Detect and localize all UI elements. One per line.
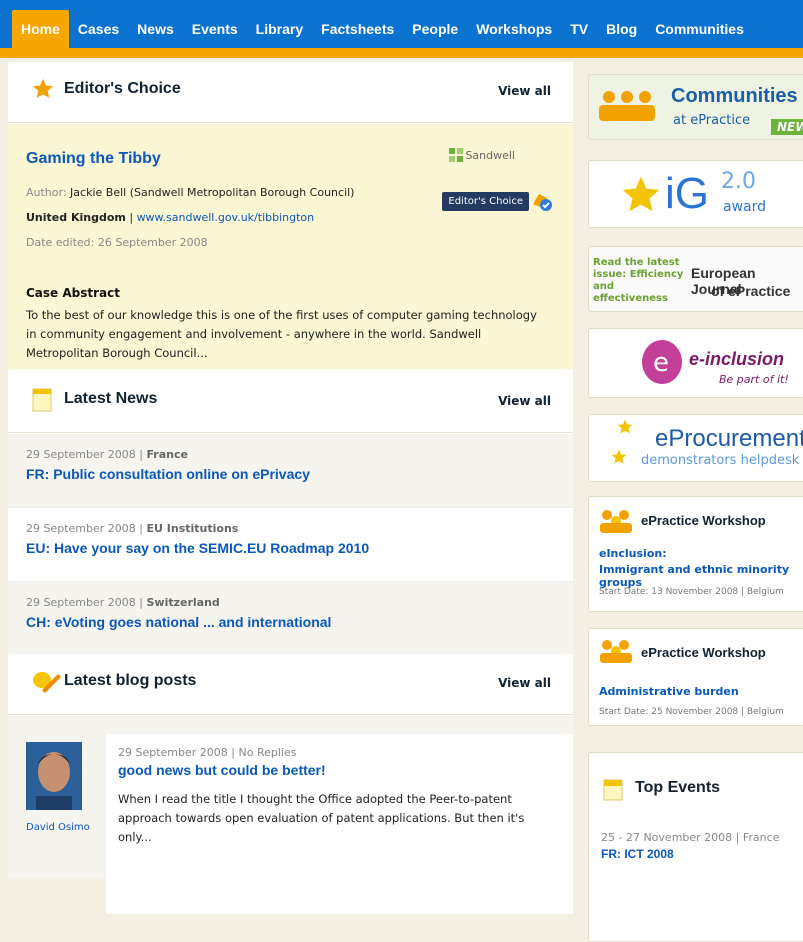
abstract-text: To the best of our knowledge this is one… [26,308,537,360]
workshop-topic-link[interactable]: Immigrant and ethnic minority groups [599,563,803,589]
eprocurement-title: eProcurement [655,425,803,452]
sandwell-logo: Sandwell [449,148,515,162]
people-group-icon [600,510,632,533]
einclusion-banner[interactable]: e e-inclusion Be part of it! [588,328,803,398]
news-headline-link[interactable]: EU: Have your say on the SEMIC.EU Roadma… [26,540,369,556]
case-title-link[interactable]: Gaming the Tibby [26,150,161,168]
event-headline-link[interactable]: FR: ICT 2008 [601,847,674,861]
nav-events[interactable]: Events [183,10,247,48]
author-avatar[interactable] [26,742,82,810]
author-link[interactable]: David Osimo [26,822,90,833]
workshop-topic-link[interactable]: Administrative burden [599,685,739,698]
editors-choice-header: Editor's Choice View all [8,62,573,123]
editors-choice-card: Gaming the Tibby Sandwell Editor's Choic… [8,124,573,369]
nav-blog[interactable]: Blog [597,10,646,48]
author-name: Jackie Bell (Sandwell Metropolitan Borou… [70,186,355,199]
nav-cases[interactable]: Cases [69,10,128,48]
top-events-box: Top Events 25 - 27 November 2008 | Franc… [588,752,803,942]
ig-text: iG [665,169,709,218]
abstract-heading: Case Abstract [26,286,120,300]
blog-pencil-icon [32,670,62,697]
main-menu: Home Cases News Events Library Factsheet… [12,10,753,48]
top-navigation: Home Cases News Events Library Factsheet… [0,0,803,58]
ig-version: 2.0 [721,169,756,194]
blog-meta: 29 September 2008 | No Replies [118,746,297,759]
checkmark-badge-icon [533,194,552,211]
event-meta: 25 - 27 November 2008 | France [601,831,780,844]
communities-title: Communities [671,85,798,107]
news-meta: 29 September 2008 | Switzerland [26,596,220,609]
news-document-icon [32,388,52,415]
blog-post-content: 29 September 2008 | No Replies good news… [106,734,573,914]
nav-home[interactable]: Home [12,10,69,48]
calendar-icon [603,779,623,801]
star-icon [611,449,627,464]
news-item: 29 September 2008 | France FR: Public co… [8,434,573,508]
e-logo-icon: e [642,340,682,384]
workshop-start-date: Start Date: 25 November 2008 | Belgium [599,707,784,717]
news-meta: 29 September 2008 | EU Institutions [26,522,239,535]
sidebar: Communities at ePractice NEW iG 2.0 awar… [582,62,803,942]
news-item: 29 September 2008 | EU Institutions EU: … [8,508,573,582]
latest-news-header: Latest News View all [8,372,573,433]
news-headline-link[interactable]: FR: Public consultation online on ePriva… [26,466,310,482]
nav-accent-bar [0,48,803,58]
star-icon [617,419,633,434]
case-website-link[interactable]: www.sandwell.gov.uk/tibbington [137,211,315,224]
badge-label: Editor's Choice [442,191,529,211]
workshop-card[interactable]: ePractice Workshop Administrative burden… [588,628,803,726]
new-flag: NEW [771,119,803,135]
communities-banner[interactable]: Communities at ePractice NEW [588,74,803,140]
author-line: Author: Jackie Bell (Sandwell Metropolit… [26,186,354,199]
section-title: Editor's Choice [64,80,181,97]
blog-title-link[interactable]: good news but could be better! [118,762,326,778]
section-title: Latest News [64,390,158,407]
nav-tv[interactable]: TV [561,10,597,48]
country-line: United Kingdom | www.sandwell.gov.uk/tib… [26,211,315,224]
top-events-title: Top Events [635,779,721,796]
journal-title-2: of ePractice [711,283,791,299]
view-all-link[interactable]: View all [498,394,551,408]
ig-award: award [723,199,767,215]
people-group-icon [600,640,632,663]
einclusion-sub: Be part of it! [719,373,789,386]
news-meta: 29 September 2008 | France [26,448,188,461]
section-title: Latest blog posts [64,672,197,689]
workshop-title: ePractice Workshop [641,645,766,660]
editors-choice-badge: Editor's Choice [442,188,555,214]
latest-blog-header: Latest blog posts View all [8,654,573,715]
view-all-link[interactable]: View all [498,84,551,98]
news-headline-link[interactable]: CH: eVoting goes national ... and intern… [26,614,331,630]
author-label: Author: [26,186,67,199]
date-edited: Date edited: 26 September 2008 [26,236,208,249]
nav-communities[interactable]: Communities [646,10,753,48]
people-group-icon [599,91,655,121]
einclusion-title: e-inclusion [689,349,785,369]
eprocurement-sub: demonstrators helpdesk [641,453,800,468]
nav-news[interactable]: News [128,10,183,48]
star-icon [622,176,660,212]
nav-workshops[interactable]: Workshops [467,10,561,48]
nav-people[interactable]: People [403,10,467,48]
news-item: 29 September 2008 | Switzerland CH: eVot… [8,582,573,656]
journal-banner[interactable]: Read the latest issue: Efficiency and ef… [588,246,803,312]
svg-text:e: e [653,348,669,378]
view-all-link[interactable]: View all [498,676,551,690]
country: United Kingdom [26,211,126,224]
eprocurement-banner[interactable]: eProcurement demonstrators helpdesk [588,414,803,482]
blog-excerpt: When I read the title I thought the Offi… [118,792,525,844]
communities-sub: at ePractice [673,113,751,128]
main-content: Editor's Choice View all Gaming the Tibb… [8,62,573,914]
star-icon [32,78,54,103]
logo-text: Sandwell [465,148,515,162]
workshop-start-date: Start Date: 13 November 2008 | Belgium [599,587,784,597]
ig2-award-banner[interactable]: iG 2.0 award [588,160,803,228]
blog-post: David Osimo 29 September 2008 | No Repli… [8,716,573,914]
nav-factsheets[interactable]: Factsheets [312,10,403,48]
workshop-card[interactable]: ePractice Workshop eInclusion: Immigrant… [588,496,803,612]
workshop-title: ePractice Workshop [641,513,766,528]
workshop-subtitle[interactable]: eInclusion: [599,547,667,560]
journal-left-text: Read the latest issue: Efficiency and ef… [593,257,684,304]
nav-library[interactable]: Library [247,10,312,48]
